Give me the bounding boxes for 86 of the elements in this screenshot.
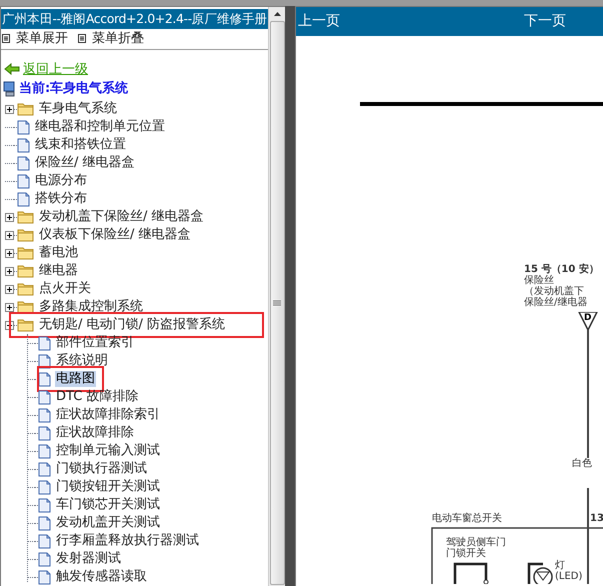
current-location: 当前:车身电气系统 [19, 80, 128, 98]
fuse-label: （发动机盖下 [524, 286, 585, 297]
tree-item[interactable]: 电路图 [55, 371, 96, 387]
grip-icon [273, 300, 282, 306]
door-switch-label: 门锁开关 [446, 548, 487, 559]
tree-item[interactable]: 门锁按钮开关测试 [55, 479, 161, 495]
folder-icon [17, 264, 34, 278]
scroll-up-icon[interactable] [274, 12, 281, 16]
expand-icon[interactable] [5, 266, 14, 276]
folder-icon [17, 246, 34, 260]
document-icon [38, 570, 51, 584]
tree-item[interactable]: 蓄电池 [38, 245, 79, 261]
back-link[interactable]: 返回上一级 [23, 60, 88, 79]
fuse-label: 15 号（10 安） [524, 264, 599, 275]
tree-item[interactable]: 系统说明 [55, 353, 109, 369]
document-icon [38, 480, 51, 494]
tree-item[interactable]: 线束和搭铁位置 [34, 137, 127, 153]
connector-label: D [584, 313, 592, 323]
next-page-link[interactable]: 下一页 [524, 11, 566, 32]
tree-item[interactable]: 继电器和控制单元位置 [34, 119, 166, 135]
pin-number: 13 [590, 513, 603, 525]
folder-icon [17, 282, 34, 296]
document-icon [17, 192, 30, 206]
lamp-label: 灯 [555, 560, 566, 571]
tree-item[interactable]: 控制单元输入测试 [55, 443, 161, 459]
expand-icon[interactable] [5, 104, 14, 114]
tree-item[interactable]: 门锁执行器测试 [55, 461, 148, 477]
document-icon [17, 120, 30, 134]
tree-item[interactable]: 症状故障排除 [55, 425, 135, 441]
folder-icon [17, 102, 34, 116]
wire-color-label: 白色 [572, 458, 592, 470]
folder-icon [17, 228, 34, 242]
tree-item[interactable]: 部件位置索引 [55, 335, 135, 351]
document-icon [38, 354, 51, 368]
document-icon [38, 516, 51, 530]
expand-icon[interactable] [5, 302, 14, 312]
fuse-label: 保险丝/继电器 [524, 297, 588, 308]
tree-item[interactable]: DTC 故障排除 [55, 389, 140, 405]
tree-item[interactable]: 车身电气系统 [38, 101, 118, 117]
expand-icon[interactable] [5, 284, 14, 294]
folder-icon [17, 300, 34, 314]
tree-item[interactable]: 发射器测试 [55, 551, 122, 567]
scrollbar[interactable] [268, 7, 285, 586]
menu-icon [78, 34, 86, 44]
document-icon [38, 390, 51, 404]
computer-icon [3, 81, 16, 97]
tree-item[interactable]: 触发传感器读取 [55, 569, 148, 585]
previous-page-link[interactable]: 上一页 [298, 11, 340, 32]
tree-item[interactable]: 点火开关 [38, 281, 92, 297]
document-icon [38, 534, 51, 548]
back-arrow-icon [4, 63, 20, 76]
tree-item[interactable]: 车门锁芯开关测试 [55, 497, 161, 513]
tree-item[interactable]: 保险丝/ 继电器盒 [34, 155, 136, 171]
tree-item[interactable]: 症状故障排除索引 [55, 407, 161, 423]
document-icon [17, 174, 30, 188]
document-icon [38, 462, 51, 476]
door-switch-label: 驾驶员侧车门 [446, 537, 506, 548]
menu-toggle[interactable]: 菜单折叠 [78, 29, 144, 48]
menu-toggle[interactable]: 菜单展开 [2, 29, 68, 48]
document-icon [38, 444, 51, 458]
document-icon [38, 498, 51, 512]
document-icon [17, 138, 30, 152]
switch-title: 电动车窗总开关 [432, 513, 502, 525]
lamp-label: (LED) [555, 571, 582, 582]
tree-item[interactable]: 继电器 [38, 263, 79, 279]
document-icon [17, 156, 30, 170]
expand-icon[interactable] [5, 230, 14, 240]
tree-item[interactable]: 发动机盖下保险丝/ 继电器盒 [38, 209, 205, 225]
tree-item[interactable]: 搭铁分布 [34, 191, 88, 207]
document-icon [38, 552, 51, 566]
expand-icon[interactable] [5, 212, 14, 222]
tree-item[interactable]: 行李厢盖释放执行器测试 [55, 533, 200, 549]
fuse-label: 保险丝 [524, 275, 554, 286]
expand-icon[interactable] [5, 248, 14, 258]
folder-icon [17, 318, 34, 332]
tree-item[interactable]: 无钥匙/ 电动门锁/ 防盗报警系统 [38, 317, 226, 333]
tree-item[interactable]: 多路集成控制系统 [38, 299, 144, 315]
folder-icon [17, 210, 34, 224]
document-icon [38, 336, 51, 350]
tree-item[interactable]: 电源分布 [34, 173, 88, 189]
tree-item[interactable]: 发动机盖开关测试 [55, 515, 161, 531]
document-icon [38, 426, 51, 440]
document-icon [38, 408, 51, 422]
tree-item[interactable]: 仪表板下保险丝/ 继电器盒 [38, 227, 192, 243]
document-icon [38, 372, 51, 386]
window-title: 广州本田--雅阁Accord+2.0+2.4--原厂维修手册 [1, 9, 268, 29]
